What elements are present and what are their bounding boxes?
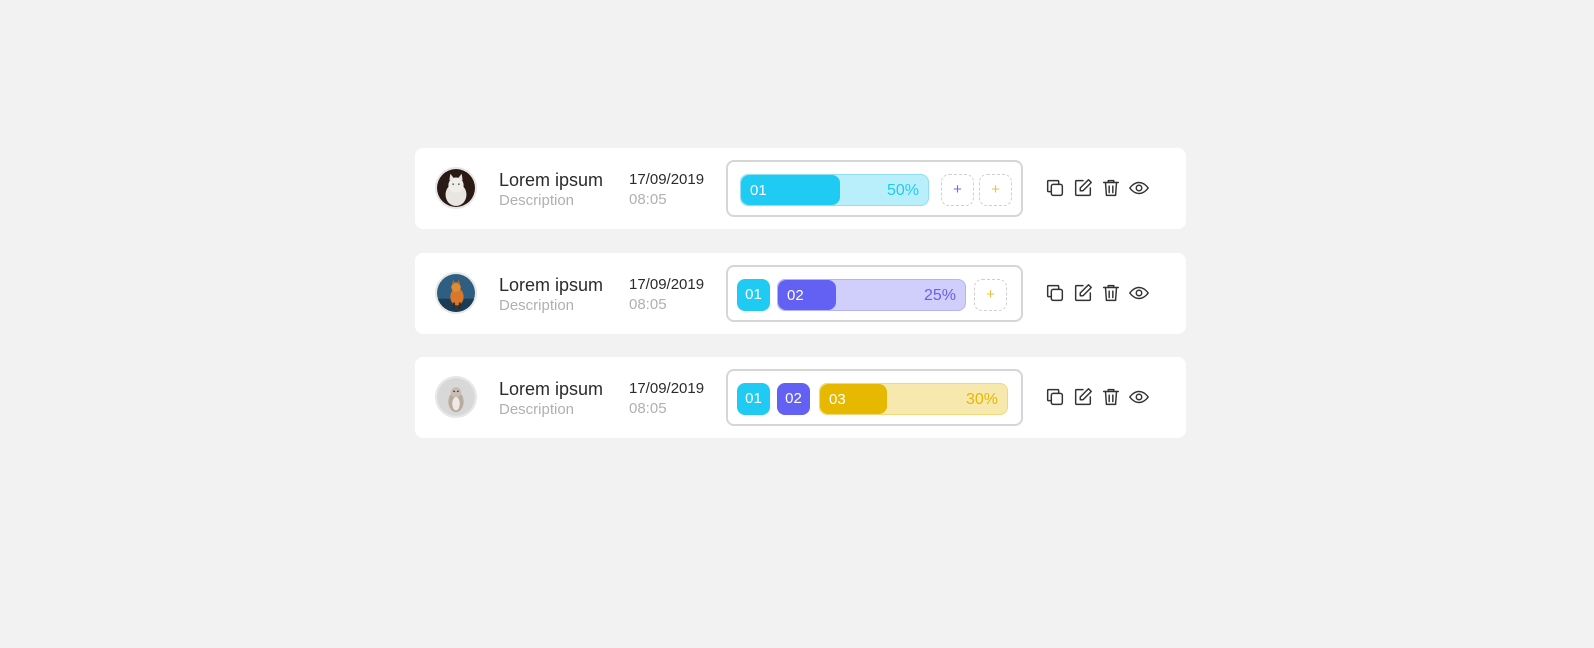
progress-step-code: 01 xyxy=(750,182,767,199)
progress-bar: 02 25% xyxy=(777,279,966,311)
item-date: 17/09/2019 xyxy=(629,276,705,293)
copy-icon[interactable] xyxy=(1044,177,1066,199)
item-date: 17/09/2019 xyxy=(629,380,705,397)
list-item: Lorem ipsum Description 17/09/2019 08:05… xyxy=(415,357,1186,438)
cat-avatar xyxy=(435,167,477,209)
eye-icon[interactable] xyxy=(1128,282,1150,304)
item-date: 17/09/2019 xyxy=(629,171,705,188)
progress-step-code: 03 xyxy=(829,391,846,408)
add-step-button[interactable]: + xyxy=(979,174,1012,206)
step-progress: 01 02 03 30% xyxy=(726,369,1023,426)
copy-icon[interactable] xyxy=(1044,386,1066,408)
list-item: Lorem ipsum Description 17/09/2019 08:05… xyxy=(415,148,1186,229)
eye-icon[interactable] xyxy=(1128,386,1150,408)
progress-percent: 25% xyxy=(923,287,956,304)
item-description: Description xyxy=(499,401,575,418)
item-name: Lorem ipsum xyxy=(499,275,604,295)
eye-icon[interactable] xyxy=(1128,177,1150,199)
item-time: 08:05 xyxy=(629,296,667,313)
step-progress: 01 50% + + xyxy=(726,160,1023,217)
step-chip[interactable]: 02 xyxy=(777,383,810,415)
step-progress: 01 02 25% + xyxy=(726,265,1023,322)
progress-bar: 01 50% xyxy=(740,174,929,206)
item-name: Lorem ipsum xyxy=(499,379,604,399)
step-chip[interactable]: 01 xyxy=(737,383,770,415)
item-description: Description xyxy=(499,297,575,314)
trash-icon[interactable] xyxy=(1100,282,1122,304)
copy-icon[interactable] xyxy=(1044,282,1066,304)
progress-percent: 50% xyxy=(886,182,919,199)
item-name: Lorem ipsum xyxy=(499,170,604,190)
add-step-button[interactable]: + xyxy=(974,279,1007,311)
trash-icon[interactable] xyxy=(1100,177,1122,199)
edit-icon[interactable] xyxy=(1072,386,1094,408)
list-item: Lorem ipsum Description 17/09/2019 08:05… xyxy=(415,253,1186,334)
item-list: Lorem ipsum Description 17/09/2019 08:05… xyxy=(415,148,1186,462)
add-step-button[interactable]: + xyxy=(941,174,974,206)
item-time: 08:05 xyxy=(629,191,667,208)
item-time: 08:05 xyxy=(629,400,667,417)
trash-icon[interactable] xyxy=(1100,386,1122,408)
edit-icon[interactable] xyxy=(1072,177,1094,199)
progress-step-code: 02 xyxy=(787,287,804,304)
fox-avatar xyxy=(435,272,477,314)
squirrel-avatar xyxy=(435,376,477,418)
progress-percent: 30% xyxy=(965,391,998,408)
item-description: Description xyxy=(499,192,575,209)
step-chip[interactable]: 01 xyxy=(737,279,770,311)
progress-bar: 03 30% xyxy=(819,383,1008,415)
edit-icon[interactable] xyxy=(1072,282,1094,304)
